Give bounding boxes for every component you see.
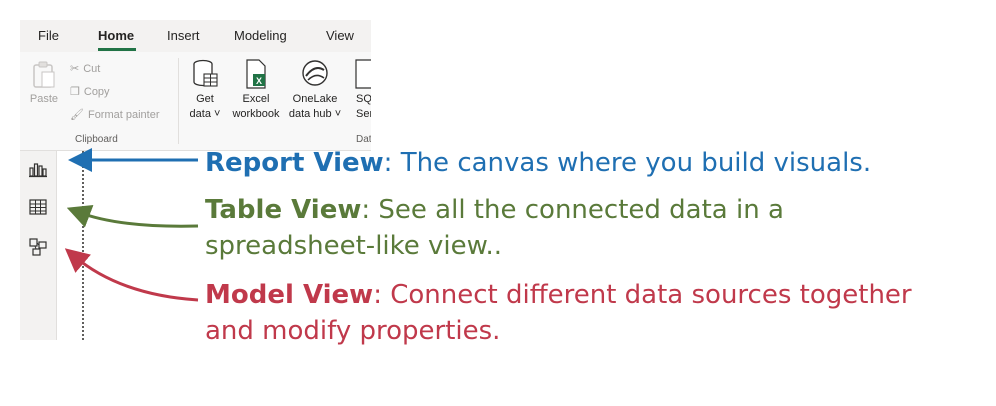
model-view-text-2: and modify properties. [205, 316, 501, 346]
table-view-annotation: Table View: See all the connected data i… [205, 192, 784, 264]
table-view-arrow [66, 205, 199, 228]
table-view-title: Table View [205, 195, 362, 225]
model-view-text: : Connect different data sources togethe… [373, 280, 912, 310]
report-view-title: Report View [205, 148, 384, 178]
table-view-text: : See all the connected data in a [361, 195, 784, 225]
model-view-annotation: Model View: Connect different data sourc… [205, 277, 912, 349]
report-view-text: : The canvas where you build visuals. [383, 148, 872, 178]
model-view-arrow [64, 248, 199, 302]
table-view-text-2: spreadsheet-like view.. [205, 231, 503, 261]
report-view-annotation: Report View: The canvas where you build … [205, 145, 871, 181]
model-view-title: Model View [205, 280, 374, 310]
